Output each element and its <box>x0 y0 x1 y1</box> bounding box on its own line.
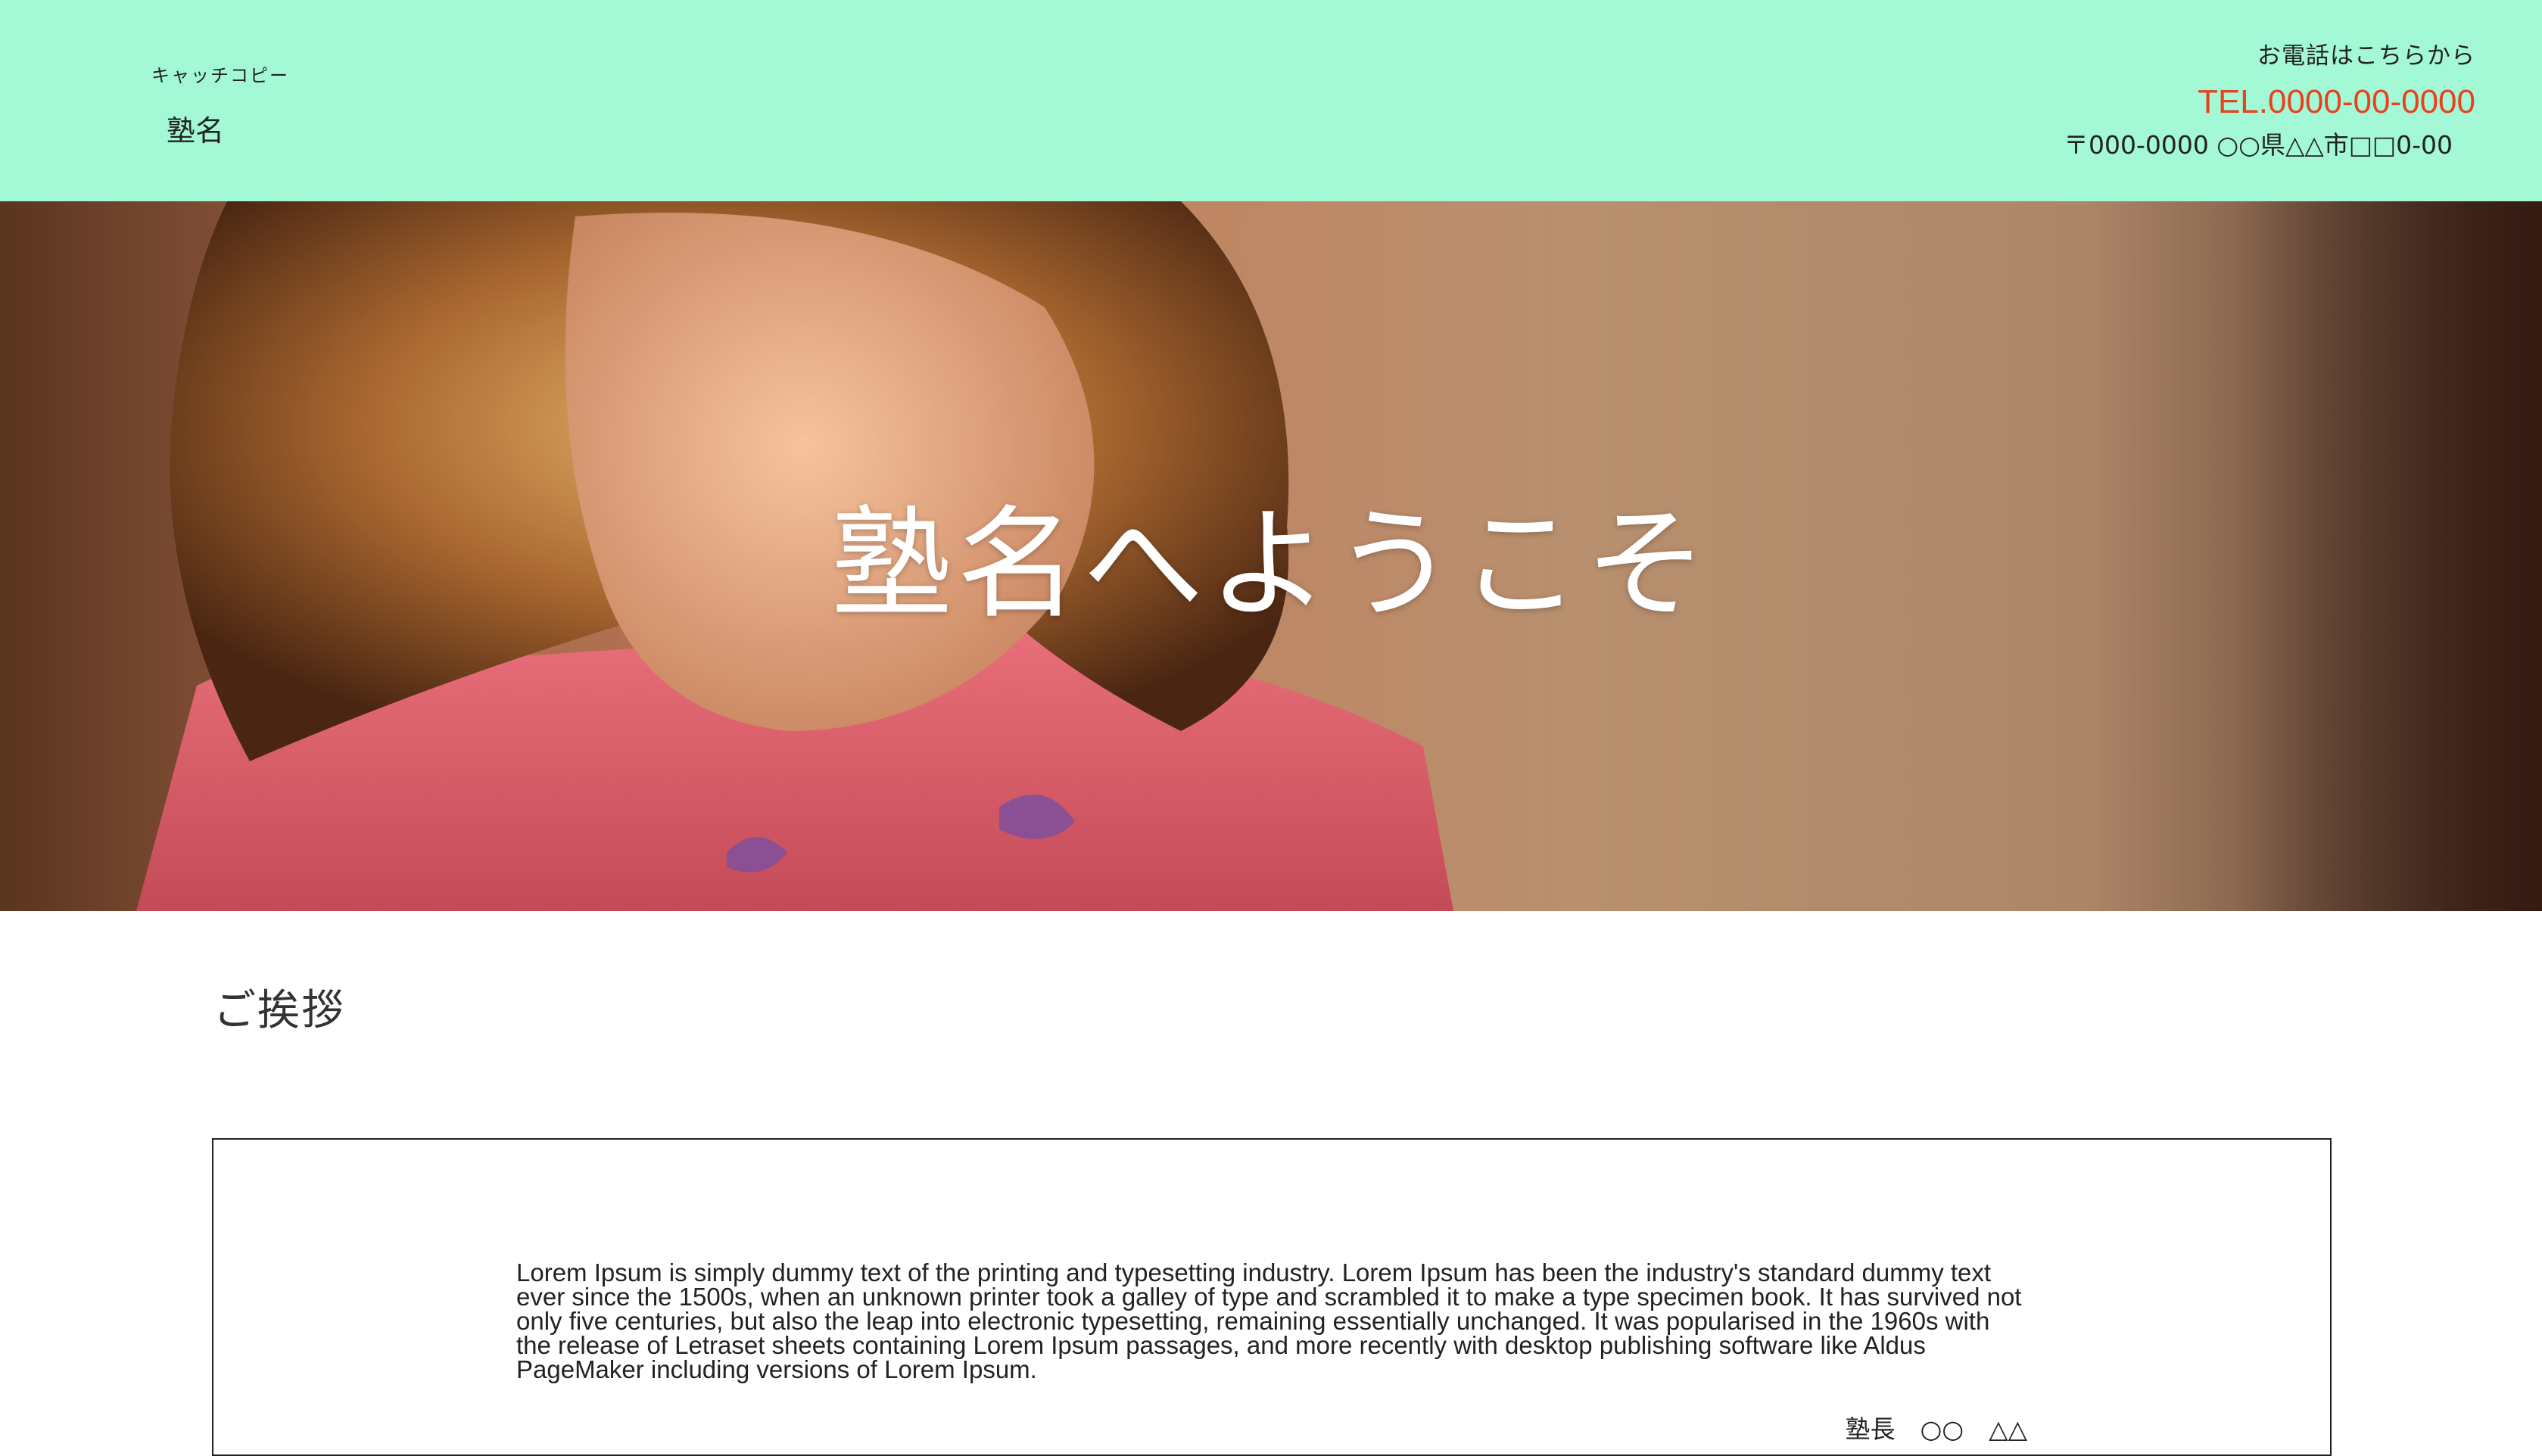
greeting-box: Lorem Ipsum is simply dummy text of the … <box>212 1138 2332 1456</box>
greeting-body: Lorem Ipsum is simply dummy text of the … <box>516 1258 2022 1383</box>
catch-copy: キャッチコピー <box>151 65 289 86</box>
greeting-signature: 塾長 ○○ △△ <box>1845 1414 2027 1444</box>
contact-block: お電話はこちらから TEL.0000-00-0000 〒000-0000 ○○県… <box>1870 42 2475 160</box>
hero-title: 塾名へようこそ <box>830 493 1711 635</box>
site-name[interactable]: 塾名 <box>167 107 224 149</box>
address: 〒000-0000 ○○県△△市□□0-00 <box>2064 130 2453 160</box>
hero-banner: 塾名へようこそ <box>0 201 2542 911</box>
greeting-heading: ご挨拶 <box>213 986 345 1035</box>
site-header: キャッチコピー 塾名 お電話はこちらから TEL.0000-00-0000 〒0… <box>0 0 2542 201</box>
contact-lead: お電話はこちらから <box>2257 42 2475 70</box>
phone-number-link[interactable]: TEL.0000-00-0000 <box>1870 83 2475 121</box>
